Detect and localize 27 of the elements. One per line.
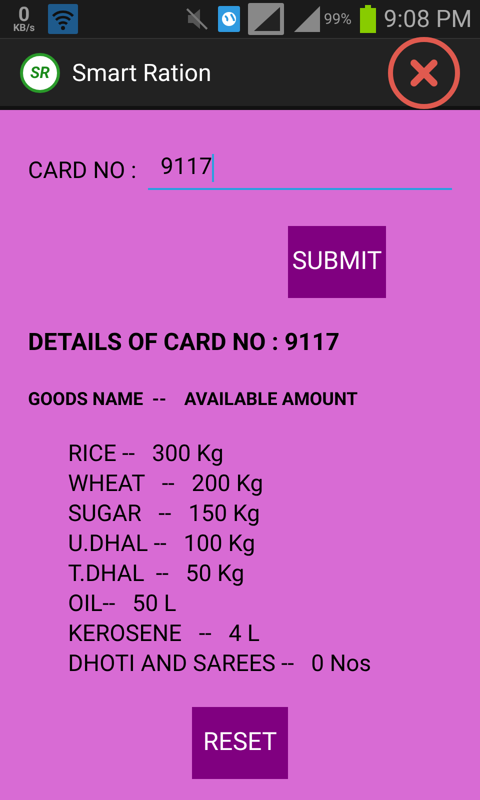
- card-no-label: CARD NO :: [28, 156, 136, 186]
- signal-icon: [248, 3, 284, 35]
- mute-icon: [184, 6, 210, 32]
- list-header: GOODS NAME -- AVAILABLE AMOUNT: [28, 388, 359, 412]
- goods-entry: KEROSENE -- 4 L: [68, 619, 261, 649]
- details-heading: DETAILS OF CARD NO : 9117: [28, 327, 341, 358]
- submit-button[interactable]: SUBMIT: [288, 226, 386, 298]
- goods-entry: DHOTI AND SAREES -- 0 Nos: [68, 649, 372, 679]
- close-icon: [409, 58, 439, 88]
- app-logo: SR: [20, 52, 60, 92]
- goods-entry: SUGAR -- 150 Kg: [68, 499, 261, 529]
- goods-entry: U.DHAL -- 100 Kg: [68, 529, 256, 559]
- close-button[interactable]: [388, 36, 460, 108]
- goods-entry: RICE -- 300 Kg: [68, 439, 225, 469]
- data-rate: 0: [18, 4, 30, 24]
- goods-entry: OIL-- 50 L: [68, 589, 178, 619]
- signal-icon: [292, 6, 320, 32]
- goods-entry: T.DHAL -- 50 Kg: [68, 559, 246, 589]
- battery-percent: 99%: [324, 8, 352, 30]
- goods-entry: WHEAT -- 200 Kg: [68, 469, 264, 499]
- wifi-icon: [48, 4, 78, 34]
- data-unit: KB/s: [13, 24, 35, 34]
- card-no-field[interactable]: 9117: [148, 152, 452, 190]
- battery-icon: [360, 5, 376, 33]
- app-title: Smart Ration: [72, 58, 212, 88]
- clock: 9:08 PM: [384, 4, 472, 35]
- reset-button[interactable]: RESET: [192, 707, 288, 779]
